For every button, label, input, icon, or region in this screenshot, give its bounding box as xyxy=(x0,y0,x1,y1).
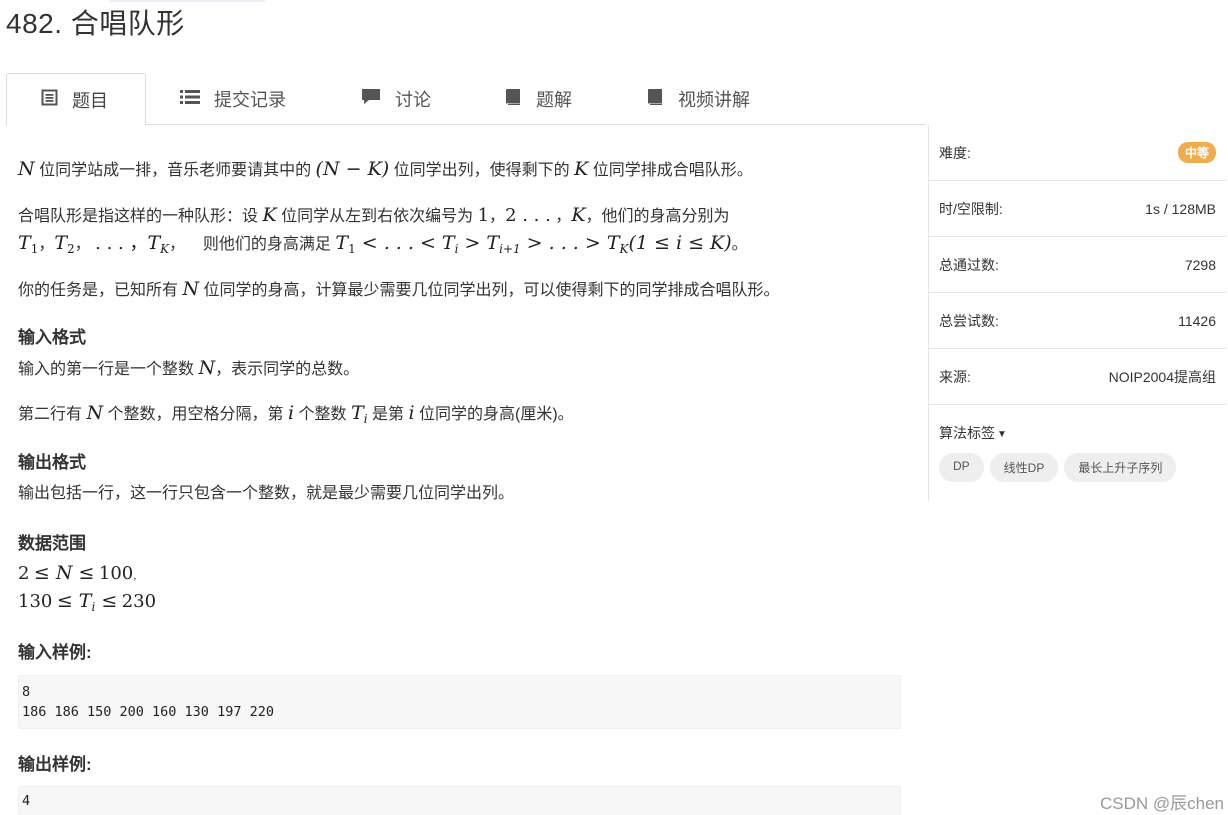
input-format-line-1: 输入的第一行是一个整数 N，表示同学的总数。 xyxy=(18,357,360,379)
passed-value: 7298 xyxy=(1184,256,1216,273)
tab-submissions[interactable]: 提交记录 xyxy=(180,73,286,125)
source-row: 来源: NOIP2004提高组 xyxy=(929,349,1226,405)
problem-info-sidebar: 难度: 中等 时/空限制: 1s / 128MB 总通过数: 7298 总尝试数… xyxy=(928,125,1226,501)
sample-output-code: 4 xyxy=(18,786,901,815)
statement-paragraph-2: 合唱队形是指这样的一种队形：设 K 位同学从左到右依次编号为 1，2 . . .… xyxy=(18,204,730,226)
limit-value: 1s / 128MB xyxy=(1145,200,1216,217)
tab-label: 视频讲解 xyxy=(678,90,750,110)
problem-tabs: 题目 提交记录 讨论 题解 视频讲解 xyxy=(6,73,926,126)
tag-linear-dp[interactable]: 线性DP xyxy=(989,453,1059,482)
tag-dp[interactable]: DP xyxy=(939,453,984,482)
statement-paragraph-3: 你的任务是，已知所有 N 位同学的身高，计算最少需要几位同学出列，可以使得剩下的… xyxy=(18,278,780,300)
sample-input-code: 8 186 186 150 200 160 130 197 220 xyxy=(18,675,901,729)
source-value: NOIP2004提高组 xyxy=(1108,368,1216,385)
data-range-constraint-2: 130 ≤ Ti ≤ 230 xyxy=(18,590,157,614)
tab-problem[interactable]: 题目 xyxy=(6,73,146,126)
input-format-heading: 输入格式 xyxy=(18,328,86,347)
tried-row: 总尝试数: 11426 xyxy=(929,293,1226,349)
algorithm-tags: 算法标签 ▼ DP 线性DP 最长上升子序列 xyxy=(929,405,1226,501)
sample-output-heading: 输出样例: xyxy=(18,755,92,774)
source-label: 来源: xyxy=(939,368,971,385)
difficulty-label: 难度: xyxy=(939,144,971,161)
document-icon xyxy=(41,89,58,111)
list-icon xyxy=(180,89,200,110)
tab-label: 提交记录 xyxy=(214,90,286,110)
comment-icon xyxy=(361,88,381,110)
statement-paragraph-1: N 位同学站成一排，音乐老师要请其中的 (N − K) 位同学出列，使得剩下的 … xyxy=(18,158,753,180)
tab-solutions[interactable]: 题解 xyxy=(504,73,572,125)
output-format-heading: 输出格式 xyxy=(18,453,86,472)
book-icon xyxy=(504,88,522,111)
limit-row: 时/空限制: 1s / 128MB xyxy=(929,181,1226,237)
page-title: 482. 合唱队形 xyxy=(6,8,185,39)
statement-paragraph-2-formula: T1，T2， . . . ，TK， 则他们的身高满足 T1 < . . . < … xyxy=(18,232,748,256)
tab-discussion[interactable]: 讨论 xyxy=(361,73,431,125)
tab-label: 讨论 xyxy=(395,90,431,110)
caret-down-icon: ▼ xyxy=(997,429,1007,440)
watermark: CSDN @辰chen xyxy=(1099,794,1224,813)
tried-label: 总尝试数: xyxy=(939,312,999,329)
difficulty-row: 难度: 中等 xyxy=(929,125,1226,181)
tab-video[interactable]: 视频讲解 xyxy=(646,73,750,125)
limit-label: 时/空限制: xyxy=(939,200,1003,217)
difficulty-badge: 中等 xyxy=(1177,142,1216,163)
tried-value: 11426 xyxy=(1178,312,1216,329)
tag-lis[interactable]: 最长上升子序列 xyxy=(1064,453,1177,482)
passed-row: 总通过数: 7298 xyxy=(929,237,1226,293)
tab-label: 题目 xyxy=(72,90,108,111)
book-icon xyxy=(646,88,664,111)
tags-toggle[interactable]: 算法标签 ▼ xyxy=(939,423,1216,443)
sample-input-heading: 输入样例: xyxy=(18,643,92,662)
output-format-line: 输出包括一行，这一行只包含一个整数，就是最少需要几位同学出列。 xyxy=(18,485,515,502)
tag-list: DP 线性DP 最长上升子序列 xyxy=(939,453,1216,482)
tab-label: 题解 xyxy=(536,90,572,110)
data-range-heading: 数据范围 xyxy=(18,534,86,553)
passed-label: 总通过数: xyxy=(939,256,999,273)
data-range-constraint-1: 2 ≤ N ≤ 100, xyxy=(18,562,137,584)
input-format-line-2: 第二行有 N 个整数，用空格分隔，第 i 个整数 Ti 是第 i 位同学的身高(… xyxy=(18,402,574,426)
tags-title: 算法标签 xyxy=(939,425,995,441)
